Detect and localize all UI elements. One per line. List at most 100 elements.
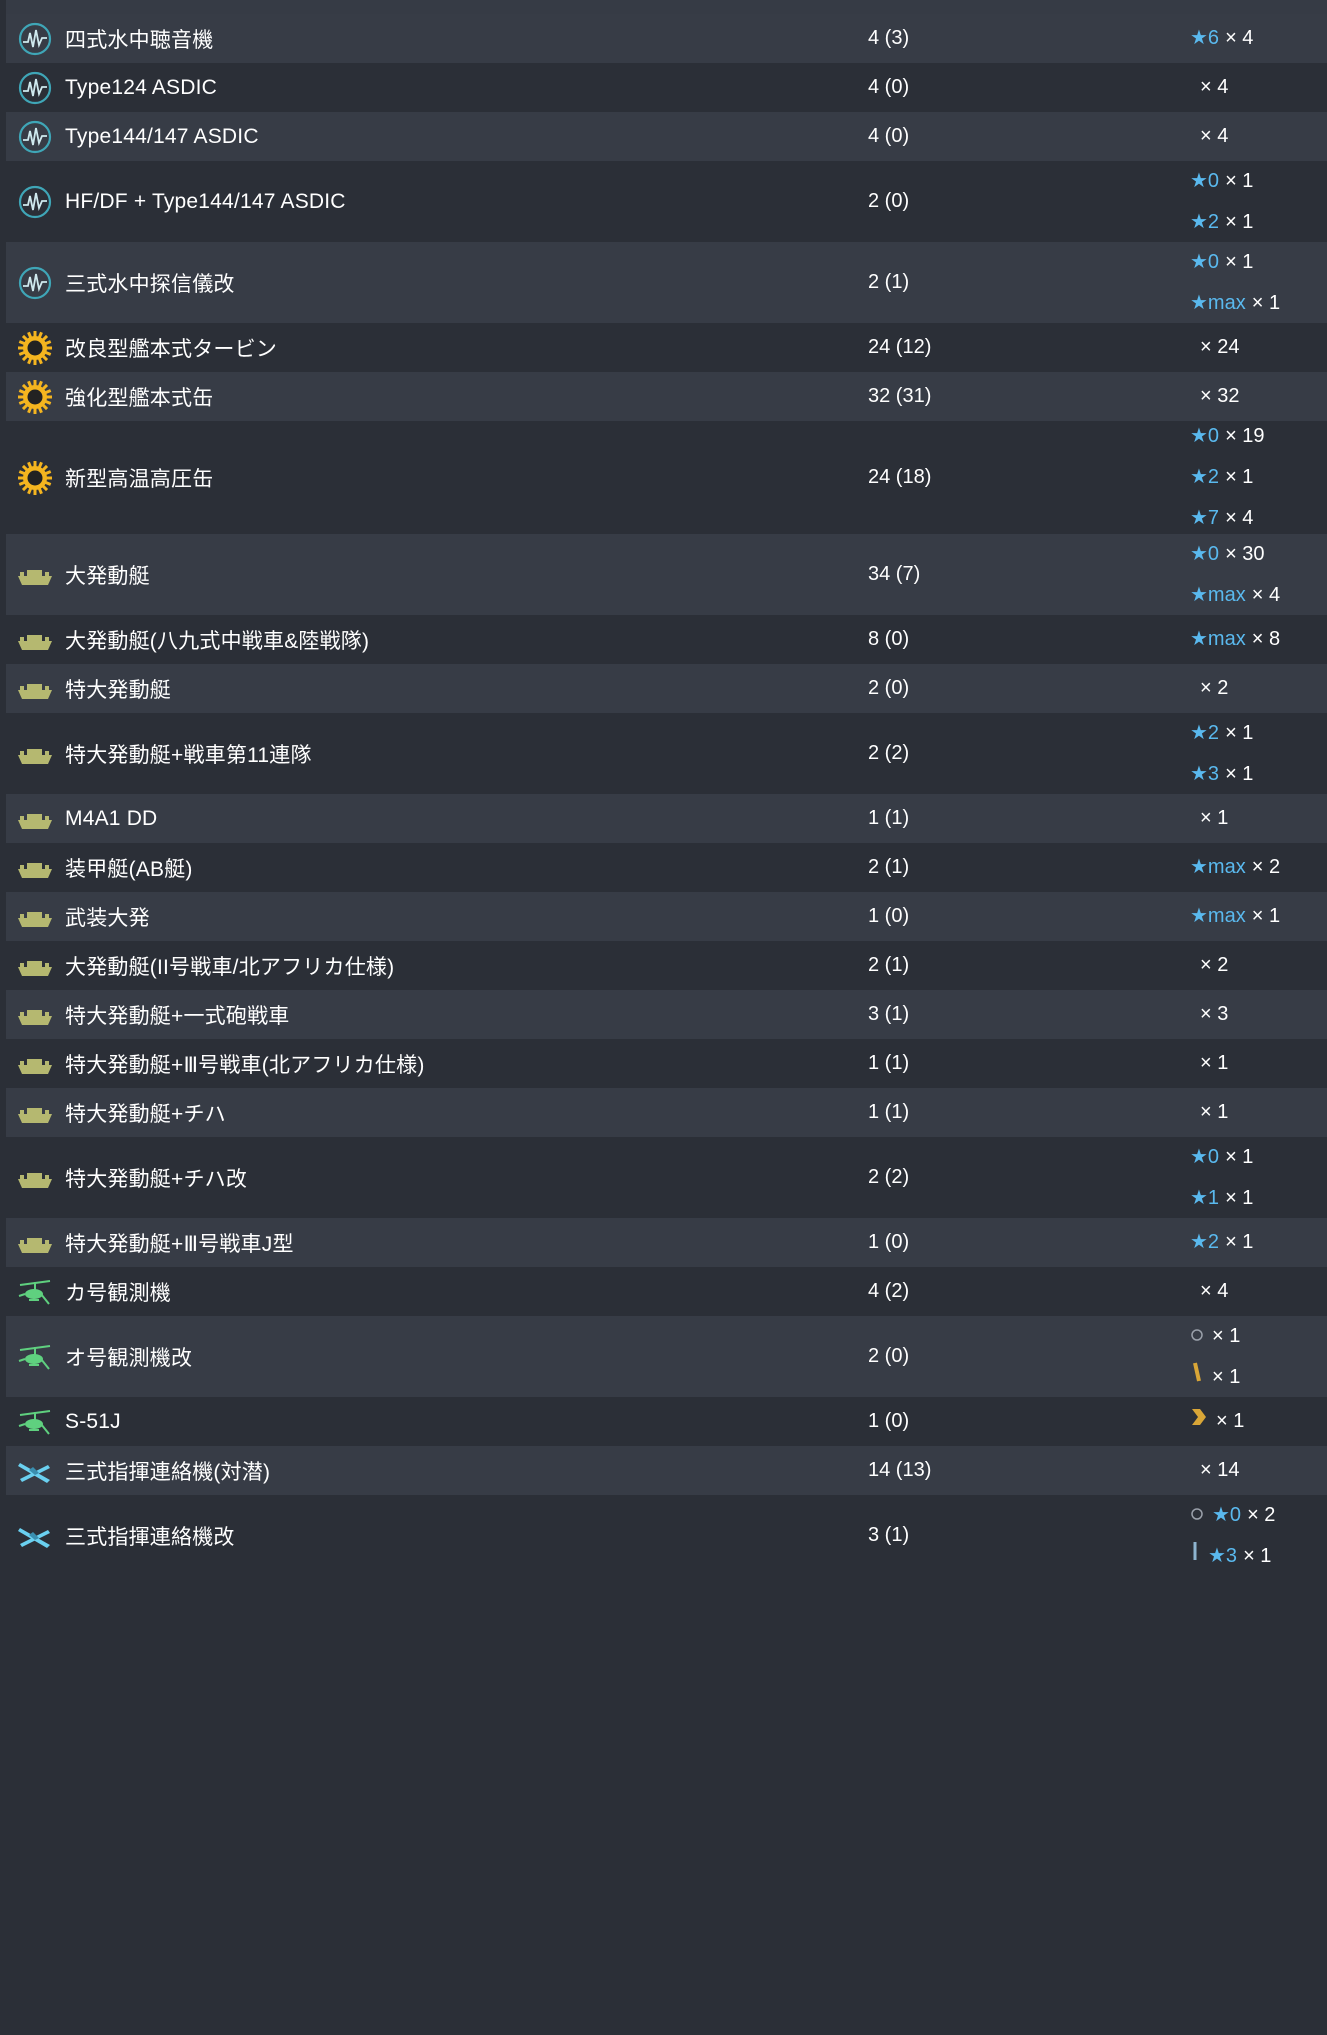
improvement-list: × 14: [1190, 1450, 1239, 1491]
equipment-name: Type144/147 ASDIC: [65, 124, 259, 148]
improvement-entry: ★2 × 1: [1190, 202, 1253, 243]
proficiency-bar-gold-icon: [1190, 1357, 1204, 1398]
improvement-entry: × 14: [1190, 1450, 1239, 1491]
improvement-list: ★max × 8: [1190, 619, 1280, 660]
improvement-multiplier: × 1: [1212, 1365, 1241, 1388]
turbine-icon: [16, 378, 54, 416]
improvement-multiplier: × 4: [1251, 583, 1281, 606]
equipment-name: 特大発動艇+Ⅲ号戦車J型: [65, 1232, 294, 1256]
table-row: 新型高温高圧缶 24 (18) ★0 × 19 ★2 × 1 ★7 × 4: [6, 421, 1327, 534]
equipment-name: 三式水中探信儀改: [65, 272, 235, 296]
equipment-count: 24 (12): [868, 336, 932, 358]
improvement-entry: × 1: [1190, 1043, 1228, 1084]
equipment-count: 4 (0): [868, 125, 910, 147]
improvement-multiplier: × 1: [1225, 1186, 1254, 1209]
equipment-count: 3 (1): [868, 1003, 910, 1025]
improvement-star-level: ★max: [1190, 583, 1246, 606]
equipment-count: 1 (0): [868, 905, 910, 927]
improvement-list: ★2 × 1: [1190, 1222, 1253, 1263]
equipment-count: 1 (1): [868, 1052, 910, 1074]
table-row: 四式水中聴音機 4 (3) ★6 × 4: [6, 14, 1327, 63]
improvement-list: ★2 × 1 ★3 × 1: [1190, 713, 1253, 795]
improvement-entry: × 32: [1190, 376, 1239, 417]
improvement-entry: ★0 × 19: [1190, 416, 1265, 457]
equipment-name: オ号観測機改: [65, 1346, 193, 1370]
improvement-multiplier: × 4: [1200, 125, 1229, 147]
landing-craft-icon: [16, 670, 54, 708]
landing-craft-icon: [16, 1045, 54, 1083]
improvement-entry: ★3 × 1: [1190, 1536, 1275, 1577]
improvement-multiplier: × 8: [1251, 628, 1281, 650]
improvement-multiplier: × 2: [1200, 677, 1229, 699]
improvement-entry: × 2: [1190, 945, 1228, 986]
improvement-list: × 1: [1190, 1043, 1228, 1084]
improvement-entry: ★0 × 30: [1190, 534, 1280, 575]
landing-craft-icon: [16, 1159, 54, 1197]
improvement-multiplier: × 4: [1200, 1280, 1229, 1302]
landing-craft-icon: [16, 556, 54, 594]
equipment-name: 特大発動艇+チハ改: [65, 1167, 248, 1191]
sonar-icon: [16, 69, 54, 107]
equipment-name: 新型高温高圧缶: [65, 467, 214, 491]
equipment-name: 武装大発: [65, 906, 150, 930]
equipment-name: Type124 ASDIC: [65, 75, 218, 99]
improvement-list: ★0 × 2 ★3 × 1: [1190, 1495, 1275, 1577]
improvement-list: × 2: [1190, 945, 1228, 986]
table-row: 特大発動艇 2 (0) × 2: [6, 664, 1327, 713]
improvement-list: ★0 × 1 ★2 × 1: [1190, 161, 1253, 243]
improvement-star-level: ★max: [1190, 905, 1246, 927]
improvement-entry: × 1: [1190, 798, 1228, 839]
landing-craft-icon: [16, 1094, 54, 1132]
table-row: 大発動艇 34 (7) ★0 × 30 ★max × 4: [6, 534, 1327, 615]
improvement-star-level: ★0: [1212, 1503, 1242, 1526]
proficiency-circle-icon: [1190, 1495, 1204, 1536]
improvement-star-level: ★max: [1190, 856, 1246, 878]
improvement-multiplier: × 2: [1247, 1503, 1276, 1526]
improvement-multiplier: × 1: [1212, 1324, 1241, 1347]
equipment-count: 2 (0): [868, 677, 910, 699]
improvement-multiplier: × 1: [1225, 210, 1254, 233]
improvement-entry: ★2 × 1: [1190, 713, 1253, 754]
improvement-star-level: ★max: [1190, 291, 1246, 314]
improvement-entry: × 3: [1190, 994, 1228, 1035]
equipment-count: 2 (1): [868, 856, 910, 878]
table-row: 改良型艦本式タービン 24 (12) × 24: [6, 323, 1327, 372]
landing-craft-icon: [16, 1224, 54, 1262]
improvement-multiplier: × 2: [1251, 856, 1281, 878]
equipment-count: 34 (7): [868, 563, 921, 585]
improvement-list: ★max × 2: [1190, 847, 1280, 888]
improvement-multiplier: × 4: [1225, 27, 1254, 49]
equipment-count: 3 (1): [868, 1524, 910, 1546]
table-row: 強化型艦本式缶 32 (31) × 32: [6, 372, 1327, 421]
improvement-list: ★6 × 4: [1190, 18, 1253, 59]
improvement-list: × 24: [1190, 327, 1239, 368]
improvement-entry: × 1: [1190, 1357, 1240, 1398]
table-row: 特大発動艇+チハ 1 (1) × 1: [6, 1088, 1327, 1137]
improvement-entry: ★max × 1: [1190, 283, 1280, 324]
improvement-list: ★0 × 1 ★1 × 1: [1190, 1137, 1253, 1219]
equipment-count: 2 (1): [868, 271, 910, 293]
equipment-count: 2 (0): [868, 1345, 910, 1367]
equipment-count: 8 (0): [868, 628, 910, 650]
equipment-name: 改良型艦本式タービン: [65, 337, 277, 361]
improvement-entry: ★0 × 1: [1190, 242, 1280, 283]
improvement-multiplier: × 30: [1225, 542, 1265, 565]
table-row: 特大発動艇+一式砲戦車 3 (1) × 3: [6, 990, 1327, 1039]
table-row: HF/DF + Type144/147 ASDIC 2 (0) ★0 × 1 ★2 × 1: [6, 161, 1327, 242]
equipment-name: 強化型艦本式缶: [65, 386, 214, 410]
equipment-count: 4 (0): [868, 76, 910, 98]
equipment-name: 特大発動艇+Ⅲ号戦車(北アフリカ仕様): [65, 1053, 425, 1077]
improvement-list: × 1: [1190, 798, 1228, 839]
equipment-count: 4 (3): [868, 27, 910, 49]
improvement-entry: × 1: [1190, 1092, 1228, 1133]
equipment-count: 1 (1): [868, 1101, 910, 1123]
improvement-multiplier: × 32: [1200, 385, 1240, 407]
improvement-multiplier: × 1: [1216, 1410, 1245, 1432]
improvement-multiplier: × 24: [1200, 336, 1240, 358]
improvement-entry: × 4: [1190, 116, 1228, 157]
landing-craft-icon: [16, 947, 54, 985]
equipment-name: 四式水中聴音機: [65, 28, 214, 52]
improvement-entry: ★max × 4: [1190, 575, 1280, 616]
improvement-multiplier: × 1: [1200, 1101, 1229, 1123]
improvement-multiplier: × 1: [1225, 721, 1254, 744]
